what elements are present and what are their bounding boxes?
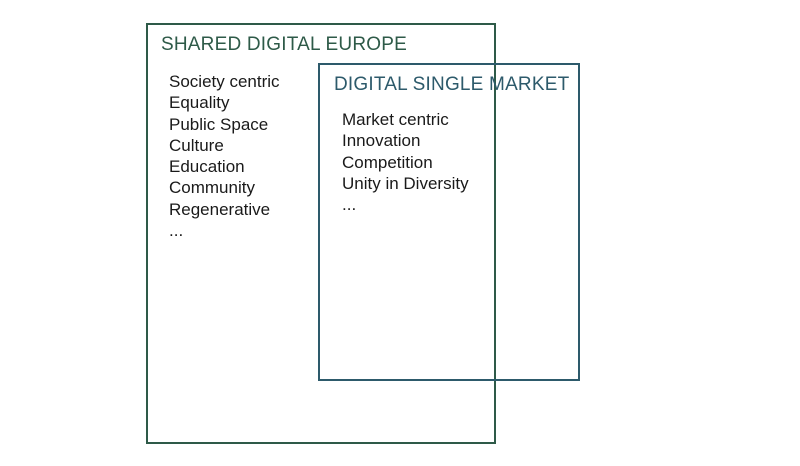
list-item: Public Space bbox=[169, 114, 269, 134]
digital-single-market-title: DIGITAL SINGLE MARKET bbox=[334, 74, 570, 95]
list-item: Regenerative bbox=[169, 199, 271, 219]
list-item: Culture bbox=[169, 135, 224, 155]
shared-digital-europe-title: SHARED DIGITAL EUROPE bbox=[161, 34, 407, 55]
list-item: Education bbox=[169, 157, 245, 177]
shared-digital-europe-list: Society centric Equality Public Space Cu… bbox=[169, 71, 280, 241]
list-item: Market centric bbox=[342, 110, 449, 129]
digital-single-market-list: Market centric Innovation Competition Un… bbox=[342, 109, 469, 215]
list-item: ... bbox=[342, 195, 357, 215]
list-item: Society centric bbox=[169, 72, 280, 91]
list-item: ... bbox=[169, 221, 184, 241]
list-item: Unity in Diversity bbox=[342, 173, 469, 193]
list-item: Community bbox=[169, 178, 255, 198]
list-item: Competition bbox=[342, 152, 433, 172]
list-item: Innovation bbox=[342, 131, 421, 151]
digital-single-market-panel: DIGITAL SINGLE MARKET Market centric Inn… bbox=[318, 63, 580, 381]
list-item: Equality bbox=[169, 93, 230, 113]
